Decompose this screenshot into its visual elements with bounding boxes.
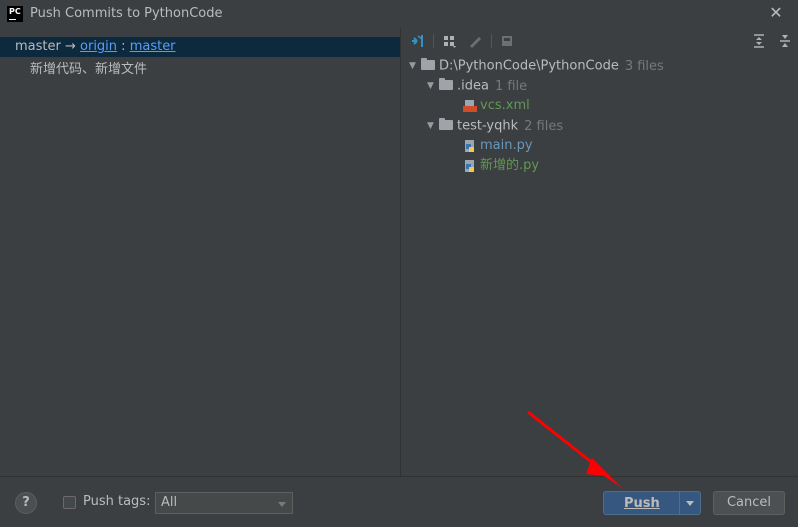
edit-icon[interactable] xyxy=(467,33,483,49)
collapse-all-icon[interactable] xyxy=(777,33,793,49)
tree-root[interactable]: ▼ D:\PythonCode\PythonCode 3 files xyxy=(409,56,664,76)
folder-icon xyxy=(439,118,453,130)
xml-file-icon xyxy=(463,99,477,112)
tree-file-new-py[interactable]: 新增的.py xyxy=(463,156,539,176)
toolbar-separator xyxy=(491,34,492,48)
chevron-down-icon xyxy=(278,502,286,507)
tree-folder-idea[interactable]: ▼ .idea 1 file xyxy=(427,76,527,96)
branch-row[interactable]: master → origin : master xyxy=(0,37,400,57)
python-file-icon xyxy=(465,159,474,172)
file-count: 3 files xyxy=(624,58,664,74)
commits-panel: master → origin : master 新增代码、新增文件 xyxy=(0,28,401,476)
python-file-icon xyxy=(465,139,474,152)
file-label: main.py xyxy=(480,138,533,153)
push-tags-select[interactable]: All xyxy=(155,492,293,514)
expand-all-icon[interactable] xyxy=(751,33,767,49)
group-by-icon[interactable] xyxy=(441,33,457,49)
toolbar-separator xyxy=(433,34,434,48)
chevron-down-icon[interactable]: ▼ xyxy=(427,76,439,96)
push-button-label: Push xyxy=(624,496,660,511)
tree-folder-test-yqhk[interactable]: ▼ test-yqhk 2 files xyxy=(427,116,563,136)
branch-separator: : xyxy=(117,39,130,54)
collapse-arrows-icon[interactable] xyxy=(409,33,425,49)
push-button[interactable]: Push xyxy=(603,491,701,515)
folder-label: .idea xyxy=(457,78,489,94)
close-button[interactable]: ✕ xyxy=(768,5,784,21)
changed-files-panel: ▼ D:\PythonCode\PythonCode 3 files ▼ .idea 1… xyxy=(401,28,798,476)
remote-branch-link[interactable]: master xyxy=(130,39,176,54)
dialog-footer: ? Push tags: All Push Cancel xyxy=(0,476,798,527)
file-label: vcs.xml xyxy=(480,98,530,113)
files-toolbar xyxy=(401,28,798,54)
help-button[interactable]: ? xyxy=(15,492,37,514)
folder-label: test-yqhk xyxy=(457,118,519,134)
remote-link[interactable]: origin xyxy=(80,39,117,54)
branch-arrow: → xyxy=(60,39,81,54)
file-count: 2 files xyxy=(524,118,564,134)
folder-icon xyxy=(421,58,435,70)
file-label: 新增的.py xyxy=(480,158,540,173)
push-options-dropdown[interactable] xyxy=(680,492,700,514)
folder-icon xyxy=(439,78,453,90)
select-value: All xyxy=(161,495,178,510)
diff-icon[interactable] xyxy=(499,33,515,49)
cancel-button[interactable]: Cancel xyxy=(713,491,785,515)
tree-file-vcs-xml[interactable]: vcs.xml xyxy=(463,96,530,116)
file-count: 1 file xyxy=(494,78,528,94)
root-label: D:\PythonCode\PythonCode xyxy=(439,58,619,74)
push-tags-checkbox[interactable] xyxy=(63,496,76,509)
chevron-down-icon[interactable]: ▼ xyxy=(409,56,421,76)
window-title: Push Commits to PythonCode xyxy=(30,6,223,21)
title-bar: PC Push Commits to PythonCode ✕ xyxy=(0,0,798,28)
local-branch: master xyxy=(15,39,61,54)
branch-mapping: master → origin : master xyxy=(15,39,176,54)
pycharm-logo-icon: PC xyxy=(7,6,23,22)
chevron-down-icon[interactable]: ▼ xyxy=(427,116,439,136)
push-tags-label[interactable]: Push tags: xyxy=(83,494,150,509)
commit-message[interactable]: 新增代码、新增文件 xyxy=(30,58,147,77)
tree-file-main-py[interactable]: main.py xyxy=(463,136,533,156)
